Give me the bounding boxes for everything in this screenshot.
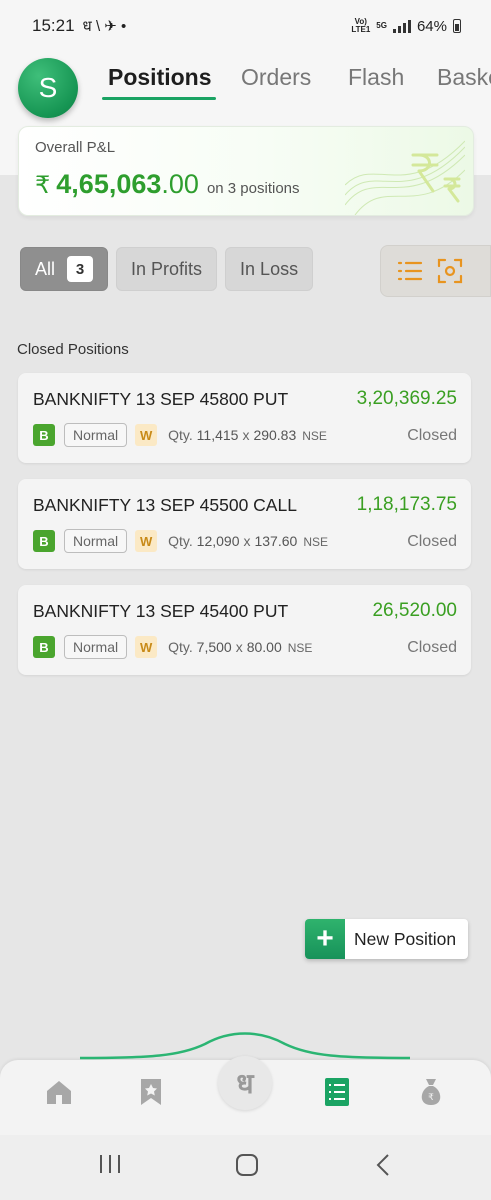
- svg-text:₹: ₹: [428, 1093, 434, 1103]
- position-card[interactable]: BANKNIFTY 13 SEP 45400 PUT 26,520.00 B N…: [18, 585, 471, 675]
- product-type-badge: Normal: [64, 635, 128, 659]
- network-type-icon: 5G: [376, 21, 387, 30]
- signal-icon: [392, 19, 411, 33]
- position-meta: B Normal W Qty. 12,090 x 137.60 NSE: [33, 529, 328, 553]
- position-qty: Qty. 12,090 x 137.60 NSE: [168, 533, 328, 549]
- active-tab-indicator: [102, 97, 216, 100]
- buy-badge: B: [33, 530, 55, 552]
- filter-in-loss[interactable]: In Loss: [225, 247, 314, 291]
- volte-icon: Vo) LTE1: [351, 17, 371, 34]
- status-bar: 15:21 ध \ ✈ • Vo) LTE1 5G 64%: [0, 0, 491, 52]
- position-status: Closed: [407, 639, 457, 656]
- battery-percent: 64%: [416, 17, 447, 35]
- exchange: NSE: [303, 535, 328, 549]
- view-options: [380, 245, 491, 297]
- tab-orders[interactable]: Orders: [241, 64, 311, 91]
- filter-all[interactable]: All 3: [20, 247, 109, 291]
- status-notification-icons: ध \ ✈ •: [82, 18, 127, 35]
- exchange: NSE: [302, 429, 327, 443]
- position-pnl: 3,20,369.25: [356, 388, 457, 409]
- new-position-label: New Position: [354, 928, 457, 949]
- scan-icon[interactable]: [437, 258, 463, 284]
- position-meta: B Normal W Qty. 7,500 x 80.00 NSE: [33, 635, 312, 659]
- pnl-decimal: .00: [161, 169, 199, 199]
- position-symbol: BANKNIFTY 13 SEP 45400 PUT: [33, 601, 289, 621]
- battery-icon: [453, 19, 461, 33]
- position-filters: All 3 In Profits In Loss: [20, 247, 314, 291]
- weekly-badge: W: [135, 424, 158, 446]
- avg-price: 290.83: [253, 427, 297, 443]
- dhan-home-button[interactable]: ध: [218, 1056, 272, 1110]
- position-status: Closed: [407, 533, 457, 550]
- weekly-badge: W: [135, 530, 158, 552]
- position-status: Closed: [407, 427, 457, 444]
- position-card[interactable]: BANKNIFTY 13 SEP 45800 PUT 3,20,369.25 B…: [18, 373, 471, 463]
- home-icon[interactable]: [42, 1075, 76, 1109]
- product-type-badge: Normal: [64, 423, 128, 447]
- watchlist-icon[interactable]: [134, 1075, 168, 1109]
- position-qty: Qty. 11,415 x 290.83 NSE: [168, 427, 327, 443]
- plus-icon: +: [305, 919, 345, 959]
- pnl-title: Overall P&L: [35, 139, 116, 156]
- qty-value: 7,500: [196, 639, 232, 655]
- buy-badge: B: [33, 424, 55, 446]
- filter-all-label: All: [35, 258, 56, 279]
- position-card[interactable]: BANKNIFTY 13 SEP 45500 CALL 1,18,173.75 …: [18, 479, 471, 569]
- new-position-button[interactable]: + New Position: [305, 919, 468, 959]
- home-nav-icon[interactable]: [235, 1153, 259, 1177]
- position-qty: Qty. 7,500 x 80.00 NSE: [168, 639, 313, 655]
- recent-apps-icon[interactable]: [98, 1153, 122, 1175]
- tab-baskets[interactable]: Baske: [437, 64, 491, 91]
- status-time: 15:21: [32, 16, 75, 35]
- tab-positions[interactable]: Positions: [108, 64, 212, 91]
- product-type-badge: Normal: [64, 529, 128, 553]
- avg-price: 137.60: [254, 533, 298, 549]
- position-pnl: 26,520.00: [372, 600, 457, 621]
- closed-positions-heading: Closed Positions: [17, 341, 129, 358]
- status-right: Vo) LTE1 5G 64%: [351, 18, 461, 35]
- filter-in-profits[interactable]: In Profits: [116, 247, 218, 291]
- positions-icon[interactable]: [320, 1075, 354, 1109]
- qty-value: 12,090: [196, 533, 240, 549]
- rupee-symbol: ₹: [35, 172, 51, 199]
- exchange: NSE: [287, 641, 313, 655]
- overall-pnl-card: Overall P&L ₹ 4,65,063 .00 on 3 position…: [18, 126, 474, 216]
- header: S Positions Orders Flash Baske: [0, 52, 491, 122]
- pnl-amount: ₹ 4,65,063 .00 on 3 positions: [35, 169, 300, 200]
- list-view-icon[interactable]: [397, 259, 423, 283]
- position-symbol: BANKNIFTY 13 SEP 45800 PUT: [33, 389, 289, 409]
- rupee-decoration-icon: [345, 140, 465, 215]
- funds-icon[interactable]: ₹: [414, 1075, 448, 1109]
- position-symbol: BANKNIFTY 13 SEP 45500 CALL: [33, 495, 297, 515]
- position-meta: B Normal W Qty. 11,415 x 290.83 NSE: [33, 423, 327, 447]
- back-icon[interactable]: [375, 1153, 391, 1177]
- position-pnl: 1,18,173.75: [356, 494, 457, 515]
- avatar[interactable]: S: [18, 58, 78, 118]
- filter-all-count: 3: [67, 256, 94, 282]
- weekly-badge: W: [135, 636, 158, 658]
- pnl-positions-count: on 3 positions: [206, 180, 300, 197]
- system-navigation-bar: [0, 1135, 491, 1200]
- pnl-value: 4,65,063: [56, 169, 162, 199]
- qty-value: 11,415: [196, 427, 239, 443]
- tab-flash[interactable]: Flash: [348, 64, 404, 91]
- buy-badge: B: [33, 636, 55, 658]
- avg-price: 80.00: [246, 639, 282, 655]
